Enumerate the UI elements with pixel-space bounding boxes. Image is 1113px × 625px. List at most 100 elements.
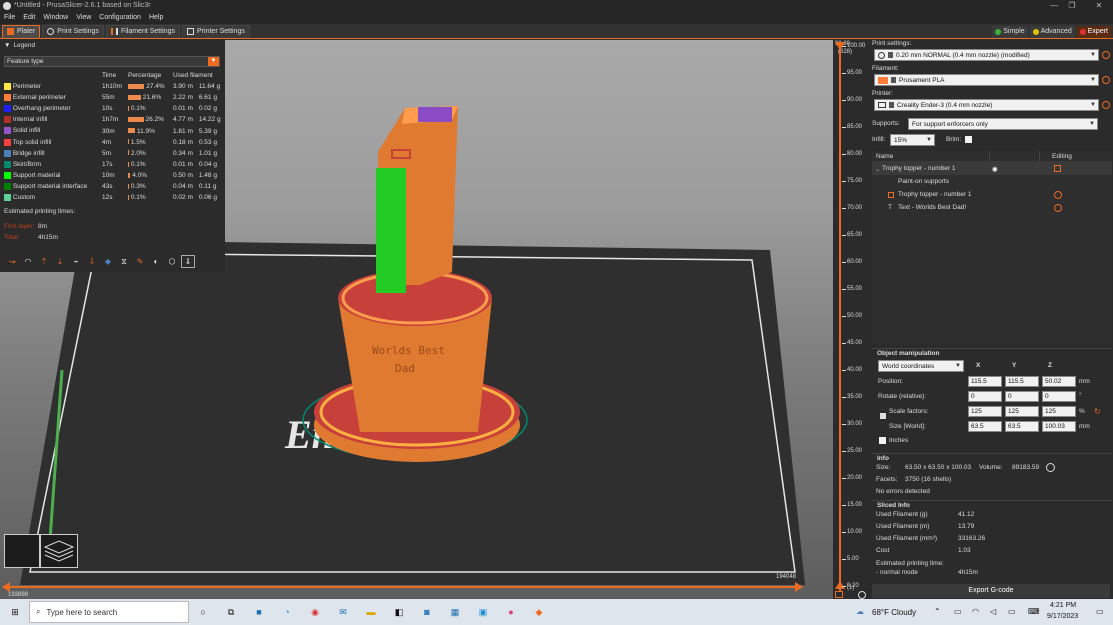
position-y-input[interactable]: 115.5 xyxy=(1005,376,1039,387)
print-settings-combo[interactable]: 0.20 mm NORMAL (0.4 mm nozzle) (modified… xyxy=(874,49,1099,61)
filament-combo[interactable]: Prusament PLA ▼ xyxy=(874,74,1099,86)
app-icon[interactable]: ◧ xyxy=(392,605,406,619)
coordinates-combo[interactable]: World coordinates ▼ xyxy=(878,360,964,372)
deretractions-icon[interactable]: ⇣ xyxy=(53,255,67,268)
tab-filament-settings[interactable]: Filament Settings xyxy=(105,24,181,38)
lock-icon[interactable] xyxy=(835,591,843,598)
network-icon[interactable]: ◠ xyxy=(972,607,979,616)
wipe-icon[interactable]: ◠ xyxy=(21,255,35,268)
tab-plater[interactable]: Plater xyxy=(2,24,41,38)
retractions-icon[interactable]: ⇡ xyxy=(37,255,51,268)
legend-row[interactable]: Overhang perimeter 10s 0.1% 0.01 m 0.02 g xyxy=(2,103,223,114)
export-gcode-button[interactable]: Export G-code xyxy=(872,584,1110,598)
info-icon[interactable] xyxy=(1046,463,1055,472)
weather-text[interactable]: 68°F Cloudy xyxy=(872,608,916,617)
close-button[interactable]: ✕ xyxy=(1085,0,1113,11)
rotate-x-input[interactable]: 0 xyxy=(968,391,1002,402)
rotate-y-input[interactable]: 0 xyxy=(1005,391,1039,402)
object-row[interactable]: Paint-on supports xyxy=(872,175,1112,188)
printer-combo[interactable]: Creality Ender-3 (0.4 mm nozzle) ▼ xyxy=(874,99,1099,111)
windows-start-icon[interactable]: ⊞ xyxy=(8,605,22,619)
store-icon[interactable]: ■ xyxy=(252,605,266,619)
legend-row[interactable]: Skirt/Brim 17s 0.1% 0.01 m 0.04 g xyxy=(2,159,223,170)
tool-marker-icon[interactable]: ⇓ xyxy=(181,255,195,268)
printer-gear-icon[interactable] xyxy=(1102,101,1110,109)
shells-icon[interactable]: ⬡ xyxy=(165,255,179,268)
scale-y-input[interactable]: 125 xyxy=(1005,406,1039,417)
legend-row[interactable]: Bridge infill 5m 2.0% 0.34 m 1.01 g xyxy=(2,148,223,159)
legend-row[interactable]: Internal infill 1h7m 26.2% 4.77 m 14.22 g xyxy=(2,114,223,125)
reset-scale-icon[interactable]: ↻ xyxy=(1094,407,1101,416)
travel-icon[interactable]: ↝ xyxy=(5,255,19,268)
tray-chevron-icon[interactable]: ⌃ xyxy=(934,607,941,616)
inches-checkbox[interactable] xyxy=(879,437,886,444)
settings-icon[interactable] xyxy=(1054,203,1062,212)
filament-gear-icon[interactable] xyxy=(1102,76,1110,84)
menu-window[interactable]: Window xyxy=(39,14,72,21)
clock-time[interactable]: 4:21 PM xyxy=(1050,602,1076,609)
center-of-gravity-icon[interactable]: ◐ xyxy=(149,255,163,268)
chrome-icon[interactable]: ◉ xyxy=(308,605,322,619)
notifications-icon[interactable]: ▭ xyxy=(1096,607,1104,616)
position-z-input[interactable]: 50.02 xyxy=(1042,376,1076,387)
legend-row[interactable]: Solid infill 30m 11.9% 1.81 m 5.39 g xyxy=(2,125,223,136)
object-row[interactable]: ⌄ Trophy topper - number 1 ◉ xyxy=(872,162,1112,175)
legend-row[interactable]: Top solid infill 4m 1.5% 0.18 m 0.53 g xyxy=(2,137,223,148)
rotate-z-input[interactable]: 0 xyxy=(1042,391,1076,402)
scale-x-input[interactable]: 125 xyxy=(968,406,1002,417)
view-cube-icon[interactable] xyxy=(4,534,40,568)
tab-printer-settings[interactable]: Printer Settings xyxy=(182,24,250,38)
legend-row[interactable]: Support material 10m 4.0% 0.50 m 1.48 g xyxy=(2,170,223,181)
size-x-input[interactable]: 63.5 xyxy=(968,421,1002,432)
edit-icon[interactable] xyxy=(1054,165,1061,172)
position-x-input[interactable]: 115.5 xyxy=(968,376,1002,387)
lower-thumb-icon[interactable] xyxy=(835,581,845,589)
clock-date[interactable]: 9/17/2023 xyxy=(1047,613,1078,620)
cortana-icon[interactable]: ○ xyxy=(196,605,210,619)
tab-print-settings[interactable]: Print Settings xyxy=(42,24,104,38)
calculator-icon[interactable]: ▦ xyxy=(448,605,462,619)
task-view-icon[interactable]: ⧉ xyxy=(224,605,238,619)
file-explorer-icon[interactable]: ▬ xyxy=(364,605,378,619)
menu-configuration[interactable]: Configuration xyxy=(95,14,145,21)
legend-header[interactable]: ▼ Legend xyxy=(0,40,225,50)
tool-changes-icon[interactable]: ⇩ xyxy=(85,255,99,268)
expand-icon[interactable]: ⌄ xyxy=(872,165,882,173)
pause-prints-icon[interactable]: ⧖ xyxy=(117,255,131,268)
gcode-slider[interactable]: 193898 194048 xyxy=(0,572,833,599)
app-icon-2[interactable]: ◙ xyxy=(420,605,434,619)
right-thumb-icon[interactable] xyxy=(795,582,803,592)
legend-row[interactable]: External perimeter 55m 21.6% 2.22 m 6.61 g xyxy=(2,92,223,103)
legend-row[interactable]: Support material interface 43s 0.3% 0.04 m… xyxy=(2,181,223,192)
mail-icon[interactable]: ✉ xyxy=(336,605,350,619)
mode-expert[interactable]: Expert xyxy=(1076,25,1111,38)
brim-checkbox[interactable] xyxy=(965,136,972,143)
settings-icon[interactable] xyxy=(1054,190,1062,199)
seams-icon[interactable]: ⌁ xyxy=(69,255,83,268)
menu-edit[interactable]: Edit xyxy=(19,14,39,21)
menu-file[interactable]: File xyxy=(0,14,19,21)
layers-view-icon[interactable] xyxy=(40,534,78,568)
custom-gcodes-icon[interactable]: ✎ xyxy=(133,255,147,268)
print-settings-gear-icon[interactable] xyxy=(1102,51,1110,59)
photos-icon[interactable]: ▣ xyxy=(476,605,490,619)
left-thumb-icon[interactable] xyxy=(2,582,10,592)
maximize-button[interactable]: ❐ xyxy=(1058,0,1086,11)
battery-icon[interactable]: ▭ xyxy=(1008,607,1016,616)
legend-row[interactable]: Custom 12s 0.1% 0.02 m 0.06 g xyxy=(2,192,223,203)
infill-combo[interactable]: 15% ▼ xyxy=(890,134,935,146)
prusaslicer-taskbar-icon[interactable]: ◆ xyxy=(532,605,546,619)
keyboard-icon[interactable]: ⌨ xyxy=(1028,607,1040,616)
mode-simple[interactable]: Simple xyxy=(992,25,1028,38)
tray-icon-1[interactable]: ▭ xyxy=(954,607,962,616)
object-row[interactable]: T Text - Worlds Best Dad! xyxy=(872,201,1112,214)
menu-view[interactable]: View xyxy=(72,14,95,21)
layer-slider[interactable]: 99.80 (628) (1) 100.0095.0090.0085.0080.… xyxy=(833,40,870,599)
speaker-icon[interactable]: ◁ xyxy=(990,607,996,616)
size-z-input[interactable]: 100.03 xyxy=(1042,421,1076,432)
lock-icon[interactable] xyxy=(880,413,886,419)
app-icon-3[interactable]: ● xyxy=(504,605,518,619)
taskbar-search[interactable]: ⌕ Type here to search xyxy=(29,601,189,623)
eye-icon[interactable]: ◉ xyxy=(992,165,998,173)
edge-icon[interactable]: ◔ xyxy=(280,605,294,619)
